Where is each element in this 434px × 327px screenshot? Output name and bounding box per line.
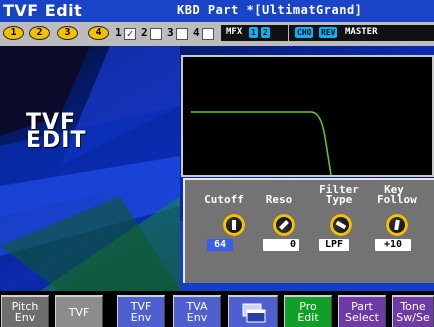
cho-pill: CHO [295,27,314,38]
number-button-4[interactable]: 4 [88,26,109,40]
filter-type-value[interactable]: LPF [319,239,349,251]
key-follow-knob[interactable] [384,212,410,238]
number-button-3[interactable]: 3 [57,26,78,40]
master-label: MASTER [345,27,378,37]
part-name: KBD Part *[UltimatGrand] [177,3,363,17]
reso-knob[interactable] [268,209,300,241]
cutoff-value[interactable]: 64 [207,239,233,251]
part-2-number: 2 [141,26,148,39]
cutoff-label: Cutoff [204,193,244,206]
title-bar: TVF Edit KBD Part *[UltimatGrand] [0,0,434,22]
tab-pitch-env[interactable]: Pitch Env [1,295,49,327]
part-2-checkbox[interactable] [150,28,162,40]
mfx-2-pill: 2 [261,27,270,38]
part-strip: 1 2 3 4 1 ✓ 2 3 4 MFX 1 2 CHO REV MASTER [0,22,434,46]
mfx-status[interactable]: MFX 1 2 [221,25,288,41]
part-3-number: 3 [167,26,174,39]
logo-line-2: EDIT [26,128,87,153]
screen-title: TVF Edit [3,1,83,20]
tvf-edit-logo: TVF EDIT [26,112,87,153]
part-3-checkbox[interactable] [176,28,188,40]
effects-status[interactable]: CHO REV MASTER [289,25,434,41]
tvf-edit-screen: TVF Edit KBD Part *[UltimatGrand] 1 2 3 … [0,0,434,327]
filter-type-label: Filter Type [319,183,359,206]
part-4-number: 4 [193,26,200,39]
reso-label: Reso [265,193,293,206]
window-icon [242,303,266,323]
mfx-1-pill: 1 [249,27,258,38]
tab-tvf-env[interactable]: TVF Env [117,295,165,327]
part-1-checkbox[interactable]: ✓ [124,28,136,40]
tab-pro-edit[interactable]: Pro Edit [284,295,332,327]
number-button-1[interactable]: 1 [3,26,24,40]
mfx-label: MFX [226,27,243,37]
tab-tvf[interactable]: TVF [55,295,103,327]
cutoff-knob[interactable] [223,214,245,236]
key-follow-label: Key Follow [377,183,417,206]
part-4-checkbox[interactable] [202,28,214,40]
key-follow-value[interactable]: +10 [375,239,411,251]
part-1-number: 1 [115,26,122,39]
number-button-2[interactable]: 2 [29,26,50,40]
filter-response-graph [181,55,434,177]
tab-part-select[interactable]: Part Select [338,295,386,327]
filter-type-knob[interactable] [325,209,357,241]
window-button[interactable] [228,295,278,327]
filter-curve [191,111,332,176]
bottom-tab-bar: Pitch Env TVF TVF Env TVA Env Pro Edit Part S… [0,295,434,327]
reso-value[interactable]: 0 [263,239,299,251]
tab-tone-sw[interactable]: Tone Sw/Se [392,295,434,327]
rev-pill: REV [319,27,338,38]
tab-tva-env[interactable]: TVA Env [173,295,221,327]
tvf-parameter-panel: Cutoff 64 Reso 0 Filter Type LPF Key Follo… [183,178,434,283]
